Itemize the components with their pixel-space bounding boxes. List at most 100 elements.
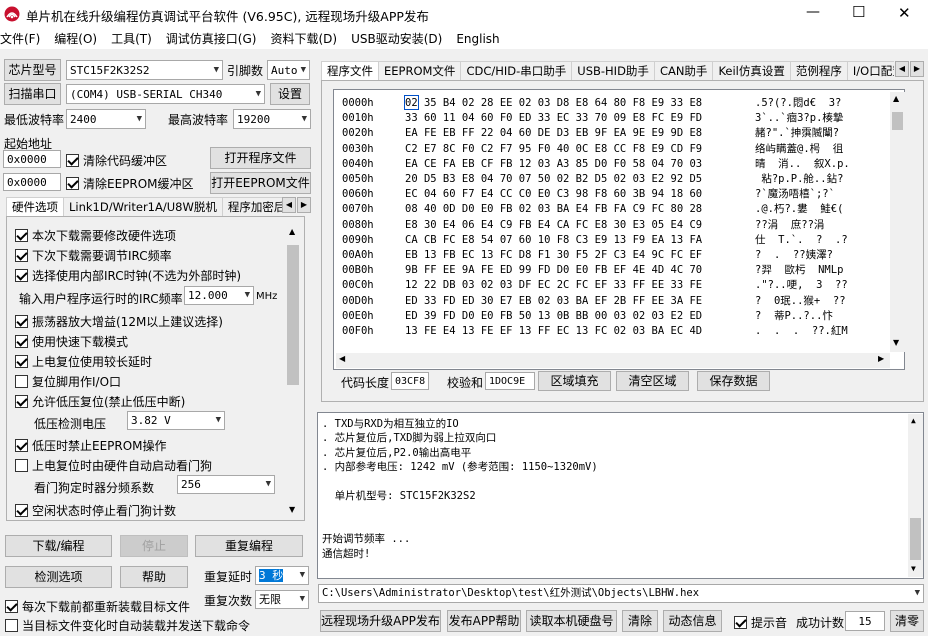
option-adjust-irc[interactable]: 下次下载需要调节IRC频率 bbox=[15, 247, 172, 264]
download-program-button[interactable]: 下载/编程 bbox=[5, 535, 112, 557]
main-tab-scroll-right-button[interactable]: ▶ bbox=[910, 61, 924, 77]
menu-file[interactable]: 文件(F) bbox=[0, 29, 47, 49]
hex-row-bytes[interactable]: 9B FF EE 9A FE ED 99 FD D0 E0 FB EF 4E 4… bbox=[405, 263, 702, 278]
max-baud-select[interactable]: 19200 ▼ bbox=[233, 109, 311, 129]
code-start-address-input[interactable]: 0x0000 bbox=[3, 150, 61, 168]
options-scrollbar[interactable]: ▲ ▼ bbox=[285, 225, 301, 518]
tab-scroll-right-button[interactable]: ▶ bbox=[297, 197, 311, 213]
clear-code-buffer-checkbox[interactable]: 清除代码缓冲区 bbox=[66, 152, 167, 169]
eeprom-start-address-input[interactable]: 0x0000 bbox=[3, 173, 61, 191]
option-long-reset-delay[interactable]: 上电复位使用较长延时 bbox=[15, 353, 152, 370]
option-hw-watchdog[interactable]: 上电复位时由硬件自动启动看门狗 bbox=[15, 457, 212, 474]
scrollbar-thumb[interactable] bbox=[910, 518, 921, 560]
main-tab-scroll-left-button[interactable]: ◀ bbox=[895, 61, 909, 77]
auto-send-checkbox[interactable]: 当目标文件变化时自动装载并发送下载命令 bbox=[5, 617, 250, 634]
hex-row-bytes[interactable]: 08 40 0D D0 E0 FB 02 03 BA E4 FB FA C9 F… bbox=[405, 202, 702, 217]
log-line: 通信超时! bbox=[322, 547, 371, 560]
dynamic-info-button[interactable]: 动态信息 bbox=[663, 610, 722, 632]
read-disk-id-button[interactable]: 读取本机硬盘号 bbox=[526, 610, 617, 632]
menu-download[interactable]: 资料下载(D) bbox=[263, 29, 344, 49]
menu-tools[interactable]: 工具(T) bbox=[104, 29, 159, 49]
tab-cdc-serial[interactable]: CDC/HID-串口助手 bbox=[460, 61, 573, 81]
hex-row-bytes[interactable]: ED 33 FD ED 30 E7 EB 02 03 BA EF 2B FF E… bbox=[405, 294, 702, 309]
clear-eeprom-buffer-checkbox[interactable]: 清除EEPROM缓冲区 bbox=[66, 175, 194, 192]
menu-debug[interactable]: 调试仿真接口(G) bbox=[159, 29, 264, 49]
lvd-voltage-select[interactable]: 3.82 V ▼ bbox=[127, 411, 225, 430]
clear-area-button[interactable]: 清空区域 bbox=[616, 371, 689, 391]
hex-horizontal-scrollbar[interactable]: ◀ ▶ bbox=[336, 353, 890, 368]
hex-row-bytes[interactable]: EB 13 FB EC 13 FC D8 F1 30 F5 2F C3 E4 9… bbox=[405, 248, 702, 263]
hex-row-bytes[interactable]: EA FE EB FF 22 04 60 DE D3 EB 9F EA 9E E… bbox=[405, 126, 702, 141]
area-fill-button[interactable]: 区域填充 bbox=[538, 371, 611, 391]
hex-row-bytes[interactable]: 33 60 11 04 60 F0 ED 33 EC 33 70 09 E8 F… bbox=[405, 111, 702, 126]
log-output[interactable]: . TXD与RXD为相互独立的IO . 芯片复位后,TXD脚为弱上拉双向口. 芯片… bbox=[317, 412, 924, 579]
option-internal-irc[interactable]: 选择使用内部IRC时钟(不选为外部时钟) bbox=[15, 267, 241, 284]
open-program-file-button[interactable]: 打开程序文件 bbox=[210, 147, 311, 169]
tab-hardware-options[interactable]: 硬件选项 bbox=[6, 197, 64, 216]
tab-keil-sim[interactable]: Keil仿真设置 bbox=[712, 61, 791, 81]
option-idle-stop-watchdog[interactable]: 空闲状态时停止看门狗计数 bbox=[15, 502, 176, 519]
pins-select[interactable]: Auto ▼ bbox=[267, 60, 310, 80]
tab-examples[interactable]: 范例程序 bbox=[789, 61, 848, 81]
hex-row-bytes[interactable]: 12 22 DB 03 02 03 DF EC 2C FC EF 33 FF E… bbox=[405, 278, 702, 293]
save-data-button[interactable]: 保存数据 bbox=[697, 371, 770, 391]
settings-button[interactable]: 设置 bbox=[270, 83, 310, 105]
hex-row-bytes[interactable]: EC 04 60 F7 E4 CC C0 E0 C3 98 F8 60 3B 9… bbox=[405, 187, 702, 202]
option-lv-disable-eeprom[interactable]: 低压时禁止EEPROM操作 bbox=[15, 437, 167, 454]
option-low-voltage-reset[interactable]: 允许低压复位(禁止低压中断) bbox=[15, 393, 185, 410]
tab-io-config[interactable]: I/O口配置 bbox=[846, 61, 894, 81]
reload-file-checkbox[interactable]: 每次下载前都重新装载目标文件 bbox=[5, 598, 190, 615]
hex-row-bytes[interactable]: ED 39 FD D0 E0 FB 50 13 0B BB 00 03 02 0… bbox=[405, 309, 702, 324]
repeat-program-button[interactable]: 重复编程 bbox=[195, 535, 303, 557]
option-modify-hardware[interactable]: 本次下载需要修改硬件选项 bbox=[15, 227, 176, 244]
tab-link1d[interactable]: Link1D/Writer1A/U8W脱机 bbox=[63, 197, 223, 216]
remote-upgrade-button[interactable]: 远程现场升级APP发布 bbox=[320, 610, 441, 632]
hex-vertical-scrollbar[interactable]: ▲ ▼ bbox=[890, 92, 905, 352]
tab-program-file[interactable]: 程序文件 bbox=[321, 61, 379, 81]
hex-row-address: 00D0h bbox=[342, 294, 374, 307]
hex-row-bytes[interactable]: 02 35 B4 02 28 EE 02 03 D8 E8 64 80 F8 E… bbox=[405, 96, 702, 111]
tab-can[interactable]: CAN助手 bbox=[653, 61, 714, 81]
hex-row-bytes[interactable]: E8 30 E4 06 E4 C9 FB E4 CA FC E8 30 E3 0… bbox=[405, 218, 702, 233]
hex-row-bytes[interactable]: C2 E7 8C F0 C2 F7 95 F0 40 0C E8 CC F8 E… bbox=[405, 142, 702, 157]
hex-row-bytes[interactable]: EA CE FA EB CF FB 12 03 A3 85 D0 F0 58 0… bbox=[405, 157, 702, 172]
chip-type-button[interactable]: 芯片型号 bbox=[4, 59, 61, 81]
hex-row-bytes[interactable]: CA CB FC E8 54 07 60 10 F8 C3 E9 13 F9 E… bbox=[405, 233, 702, 248]
port-select[interactable]: (COM4) USB-SERIAL CH340 ▼ bbox=[66, 84, 265, 104]
min-baud-select[interactable]: 2400 ▼ bbox=[66, 109, 146, 129]
scrollbar-thumb[interactable] bbox=[287, 245, 299, 385]
menu-usb-driver[interactable]: USB驱动安装(D) bbox=[344, 29, 449, 49]
help-button[interactable]: 帮助 bbox=[120, 566, 188, 588]
repeat-delay-select[interactable]: 3 秒 ▼ bbox=[255, 566, 309, 585]
log-scrollbar[interactable]: ▲ ▼ bbox=[908, 414, 923, 577]
stop-button[interactable]: 停止 bbox=[120, 535, 188, 557]
check-options-button[interactable]: 检测选项 bbox=[5, 566, 112, 588]
open-eeprom-file-button[interactable]: 打开EEPROM文件 bbox=[210, 172, 311, 194]
hex-path-select[interactable]: C:\Users\Administrator\Desktop\test\红外测试… bbox=[318, 584, 924, 603]
irc-frequency-select[interactable]: 12.000 ▼ bbox=[184, 286, 254, 305]
option-fast-download[interactable]: 使用快速下载模式 bbox=[15, 333, 128, 350]
repeat-count-select[interactable]: 无限 ▼ bbox=[255, 590, 309, 609]
option-reset-pin-io[interactable]: 复位脚用作I/O口 bbox=[15, 373, 121, 390]
menu-program[interactable]: 编程(O) bbox=[47, 29, 104, 49]
tab-eeprom-file[interactable]: EEPROM文件 bbox=[378, 61, 462, 81]
clear-log-button[interactable]: 清除 bbox=[622, 610, 658, 632]
close-button[interactable]: ✕ bbox=[898, 4, 911, 22]
option-oscillator-gain[interactable]: 振荡器放大增益(12M以上建议选择) bbox=[15, 313, 223, 330]
hex-row-bytes[interactable]: 13 FE E4 13 FE EF 13 FF EC 13 FC 02 03 B… bbox=[405, 324, 702, 339]
beep-checkbox[interactable]: 提示音 bbox=[734, 614, 787, 631]
scan-port-button[interactable]: 扫描串口 bbox=[4, 83, 61, 105]
minimize-button[interactable]: — bbox=[806, 4, 820, 20]
watchdog-prescaler-select[interactable]: 256 ▼ bbox=[177, 475, 275, 494]
tab-usb-hid[interactable]: USB-HID助手 bbox=[571, 61, 655, 81]
scrollbar-thumb[interactable] bbox=[892, 112, 903, 130]
publish-app-help-button[interactable]: 发布APP帮助 bbox=[447, 610, 521, 632]
chip-type-select[interactable]: STC15F2K32S2 ▼ bbox=[66, 60, 223, 80]
maximize-button[interactable]: ☐ bbox=[852, 3, 865, 21]
tab-encryption[interactable]: 程序加密后 bbox=[221, 197, 282, 216]
tab-scroll-left-button[interactable]: ◀ bbox=[282, 197, 296, 213]
hex-row-bytes[interactable]: 20 D5 B3 E8 04 70 07 50 02 B2 D5 02 03 E… bbox=[405, 172, 702, 187]
reset-count-button[interactable]: 清零 bbox=[890, 610, 924, 632]
hex-editor[interactable]: 0000h 02 35 B4 02 28 EE 02 03 D8 E8 64 80… bbox=[333, 89, 905, 370]
menu-english[interactable]: English bbox=[449, 29, 506, 49]
